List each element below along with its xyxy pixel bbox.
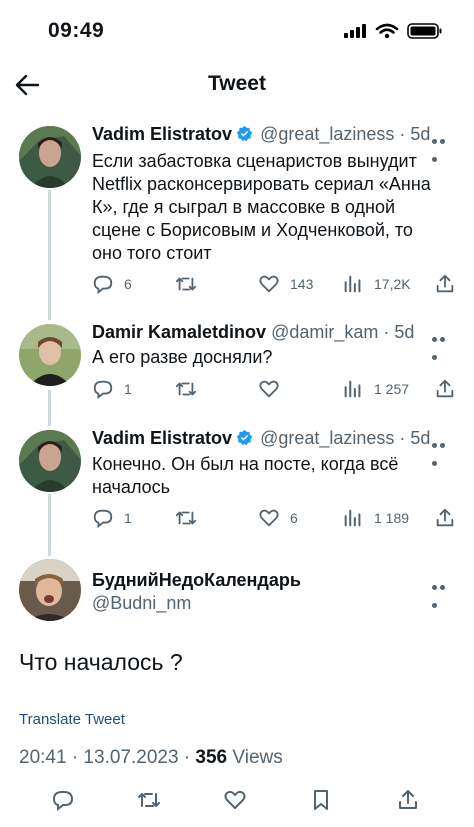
- share-button[interactable]: [434, 273, 466, 295]
- tweet-time[interactable]: 5d: [410, 428, 430, 448]
- avatar[interactable]: [19, 430, 81, 492]
- main-author-name[interactable]: БуднийНедоКалендарь: [92, 570, 301, 591]
- tweet-time[interactable]: 5d: [394, 322, 414, 342]
- reply-count: 1: [124, 381, 132, 397]
- thread-line: [48, 390, 51, 426]
- bookmark-icon[interactable]: [309, 788, 333, 812]
- thread-line: [48, 190, 51, 320]
- reply-icon[interactable]: [51, 788, 75, 812]
- share-button[interactable]: [434, 378, 466, 400]
- views-count: 1 257: [374, 381, 410, 397]
- tweet-text: Конечно. Он был на посте, когда всё нача…: [92, 454, 399, 497]
- views-label: Views: [232, 747, 283, 768]
- heart-icon: [259, 509, 279, 527]
- timestamp-text: 20:41 · 13.07.2023 ·: [19, 747, 191, 768]
- main-tweet-actions: [0, 786, 474, 814]
- reply-count: 6: [124, 276, 132, 292]
- more-dots-icon[interactable]: [432, 329, 454, 360]
- main-tweet-text: Что началось ?: [19, 649, 183, 675]
- signal-icon: [344, 24, 366, 38]
- author-handle[interactable]: @damir_kam: [271, 322, 378, 342]
- retweet-button[interactable]: [175, 378, 207, 400]
- translate-tweet-link[interactable]: Translate Tweet: [19, 711, 125, 728]
- heart-icon[interactable]: [223, 788, 247, 812]
- retweet-icon: [175, 277, 197, 291]
- avatar[interactable]: [19, 324, 81, 386]
- more-dots-icon[interactable]: [432, 577, 454, 608]
- heart-icon: [259, 275, 279, 293]
- tweet-header: Vadim Elistratov @great_laziness · 5d: [92, 428, 431, 448]
- page-title: Tweet: [208, 72, 266, 95]
- tweet-header: Damir Kamaletdinov @damir_kam · 5d: [92, 322, 415, 342]
- reply-button[interactable]: 6: [92, 273, 132, 295]
- share-button[interactable]: [434, 507, 466, 529]
- thread-line: [48, 494, 51, 556]
- like-button[interactable]: [258, 378, 290, 400]
- more-dots-icon[interactable]: [432, 435, 454, 466]
- reply-icon: [93, 380, 113, 400]
- reply-icon: [93, 509, 113, 529]
- like-count: 6: [290, 510, 298, 526]
- status-time: 09:49: [48, 19, 105, 42]
- tweet-actions: 1 1 257: [92, 378, 462, 402]
- views-button[interactable]: 17,2K: [342, 273, 411, 295]
- heart-icon: [259, 380, 279, 398]
- more-dots-icon[interactable]: [432, 131, 454, 162]
- tweet-actions: 6 143 17,2K: [92, 273, 462, 297]
- reply-button[interactable]: 1: [92, 507, 132, 529]
- share-icon: [436, 379, 454, 398]
- like-button[interactable]: 143: [258, 273, 313, 295]
- views-button[interactable]: 1 257: [342, 378, 409, 400]
- like-button[interactable]: 6: [258, 507, 298, 529]
- main-author-handle[interactable]: @Budni_nm: [92, 593, 191, 614]
- retweet-button[interactable]: [175, 273, 207, 295]
- author-name[interactable]: Vadim Elistratov: [92, 428, 232, 448]
- reply-icon: [93, 275, 113, 295]
- status-icons: [344, 23, 442, 39]
- retweet-icon: [175, 511, 197, 525]
- reply-button[interactable]: 1: [92, 378, 132, 400]
- reply-count: 1: [124, 510, 132, 526]
- share-icon: [436, 508, 454, 527]
- share-icon[interactable]: [396, 788, 420, 812]
- tweet-timestamp: 20:41 · 13.07.2023 · 356 Views: [19, 747, 283, 769]
- views-chart-icon: [344, 509, 361, 527]
- author-name[interactable]: Vadim Elistratov: [92, 124, 232, 144]
- views-count: 1 189: [374, 510, 410, 526]
- views-number: 356: [195, 747, 228, 768]
- tweet-text: Если забастовка сценаристов вынудит Netf…: [92, 151, 431, 263]
- battery-icon: [407, 23, 442, 39]
- tweet-actions: 1 6 1 189: [92, 507, 462, 531]
- avatar[interactable]: [19, 559, 81, 621]
- avatar[interactable]: [19, 126, 81, 188]
- views-chart-icon: [344, 275, 361, 293]
- verified-badge-icon: [236, 125, 253, 142]
- retweet-icon[interactable]: [137, 788, 161, 812]
- verified-badge-icon: [236, 429, 253, 446]
- author-name[interactable]: Damir Kamaletdinov: [92, 322, 266, 342]
- author-handle[interactable]: @great_laziness: [260, 124, 394, 144]
- tweet-text: А его разве досняли?: [92, 347, 273, 367]
- views-count: 17,2K: [374, 276, 411, 292]
- wifi-icon: [375, 23, 399, 34]
- retweet-icon: [175, 382, 197, 396]
- views-button[interactable]: 1 189: [342, 507, 409, 529]
- tweet-time[interactable]: 5d: [410, 124, 430, 144]
- author-handle[interactable]: @great_laziness: [260, 428, 394, 448]
- tweet-header: Vadim Elistratov @great_laziness · 5d: [92, 124, 431, 144]
- like-count: 143: [290, 276, 314, 292]
- share-icon: [436, 274, 454, 293]
- views-chart-icon: [344, 380, 361, 398]
- retweet-button[interactable]: [175, 507, 207, 529]
